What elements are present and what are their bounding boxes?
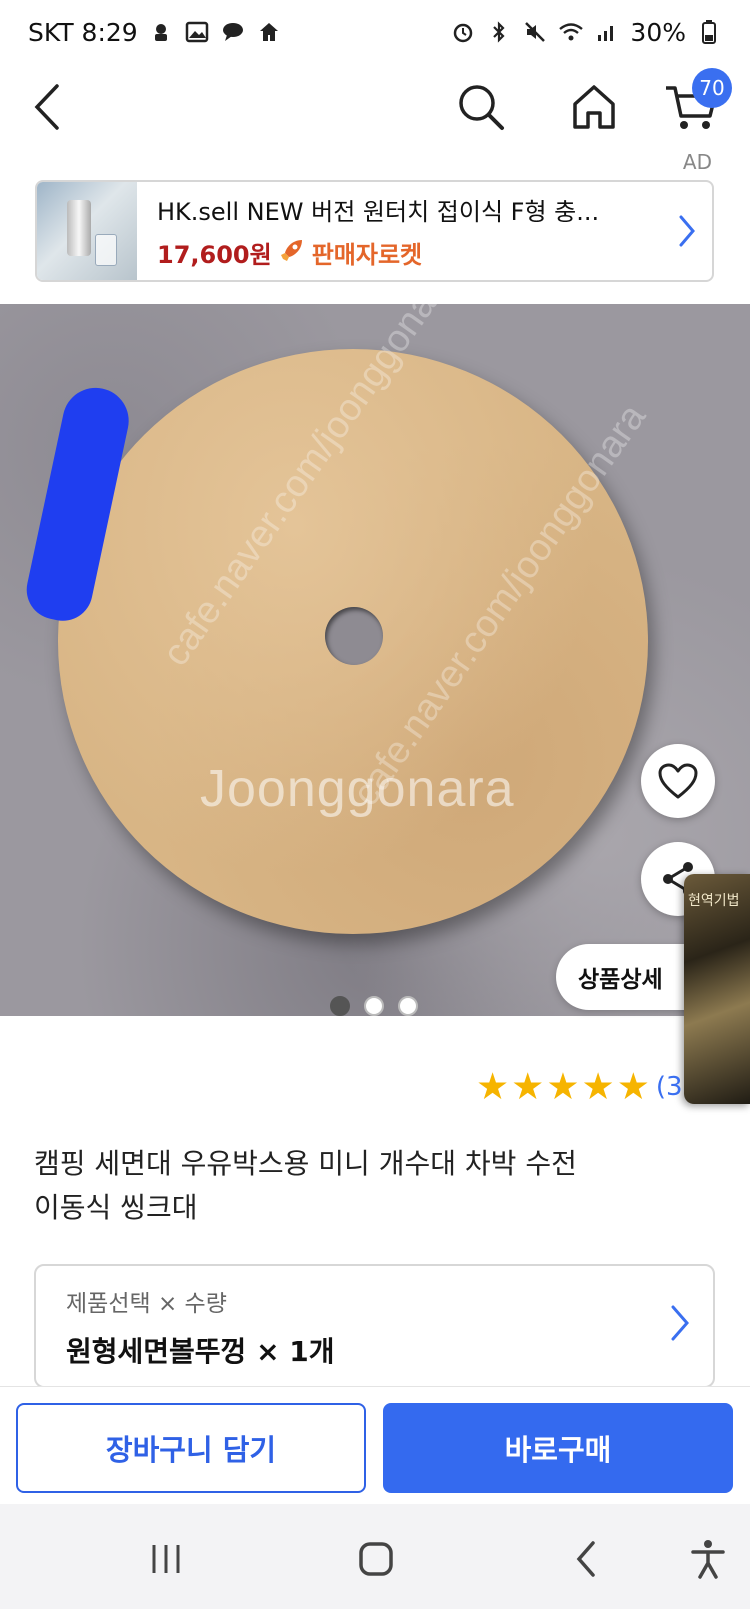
search-button[interactable] [446,72,516,142]
ad-thumbnail [37,182,137,280]
home-system-button[interactable] [346,1534,406,1584]
alarm-icon [450,19,476,45]
carrier-time: SKT 8:29 [28,17,138,47]
star-icon: ★ [616,1065,650,1108]
option-label: 제품선택 × 수량 [66,1291,227,1317]
wifi-icon [558,19,584,45]
mute-icon [522,19,548,45]
back-icon [34,84,59,130]
ad-dispenser-image [67,200,91,256]
notification-icon [148,19,174,45]
heart-icon [658,763,698,799]
carousel-dot-1[interactable] [330,996,350,1016]
recent-apps-icon [152,1545,180,1573]
product-image-carousel[interactable]: cafe.naver.com/joonggonara cafe.naver.co… [0,304,750,1016]
product-title-line-2: 이동식 씽크대 [34,1191,198,1224]
search-icon [459,85,504,130]
ad-label: AD [682,150,712,174]
star-icon: ★ [511,1065,545,1108]
product-detail-button[interactable]: 상품상세 [556,944,695,1010]
status-right: 30% [450,18,722,47]
buy-now-button[interactable]: 바로구매 [383,1403,733,1493]
carousel-dots [330,996,418,1016]
ad-price: 17,600원 [157,241,272,269]
rocket-icon [278,236,306,270]
ad-glass-image [95,234,117,266]
joonggonara-watermark: Joonggonara [200,760,515,818]
chat-icon [220,19,246,45]
recent-apps-button[interactable] [136,1534,196,1584]
wishlist-button[interactable] [641,744,715,818]
back-system-button[interactable] [556,1534,616,1584]
ad-title: HK.sell NEW 버전 원터치 접이식 F형 충... [157,198,600,226]
ad-text: HK.sell NEW 버전 원터치 접이식 F형 충... 17,600원 판… [137,192,662,270]
ad-rocket-label: 판매자로켓 [311,241,423,269]
floating-side-thumbnail[interactable]: 현역기법 [684,874,750,1104]
home-button[interactable] [559,72,629,142]
app-icon [256,19,282,45]
home-icon [573,85,615,129]
back-system-icon [576,1541,595,1577]
carousel-dot-2[interactable] [364,996,384,1016]
option-selector[interactable]: 제품선택 × 수량 원형세면볼뚜껑 × 1개 [34,1264,715,1388]
ad-banner[interactable]: HK.sell NEW 버전 원터치 접이식 F형 충... 17,600원 판… [35,180,714,282]
top-nav: 70 [0,64,750,160]
accessibility-icon [691,1540,725,1579]
status-bar: SKT 8:29 30% [0,0,750,64]
option-chevron-right-icon [669,1304,691,1346]
star-icon: ★ [546,1065,580,1108]
cart-count-badge: 70 [692,68,732,108]
home-square-icon [359,1542,393,1576]
option-value: 원형세면볼뚜껑 × 1개 [66,1335,335,1368]
carousel-dot-3[interactable] [398,996,418,1016]
star-icon: ★ [581,1065,615,1108]
product-title: 캠핑 세면대 우유박스용 미니 개수대 차박 수전 이동식 씽크대 [34,1142,694,1230]
bluetooth-icon [486,19,512,45]
status-left: SKT 8:29 [28,18,282,47]
battery-percent: 30% [630,17,686,47]
bottom-action-bar: 장바구니 담기 바로구매 [0,1386,750,1504]
rating-count: (3 [655,1071,683,1102]
board-hole [325,607,383,665]
ad-price-line: 17,600원 판매자로켓 [157,235,662,270]
cart-button[interactable]: 70 [656,68,732,142]
ad-chevron-right-icon [662,214,712,248]
star-icon: ★ [476,1065,510,1108]
product-title-line-1: 캠핑 세면대 우유박스용 미니 개수대 차박 수전 [34,1147,577,1180]
signal-icon [594,19,620,45]
accessibility-button[interactable] [678,1534,738,1584]
gallery-icon [184,19,210,45]
back-button[interactable] [12,72,82,142]
add-to-cart-button[interactable]: 장바구니 담기 [16,1403,366,1493]
system-nav-bar [0,1504,750,1609]
rating[interactable]: ★ ★ ★ ★ ★ (3 [476,1068,683,1105]
battery-icon [696,19,722,45]
side-thumbnail-text: 현역기법 [688,893,740,909]
